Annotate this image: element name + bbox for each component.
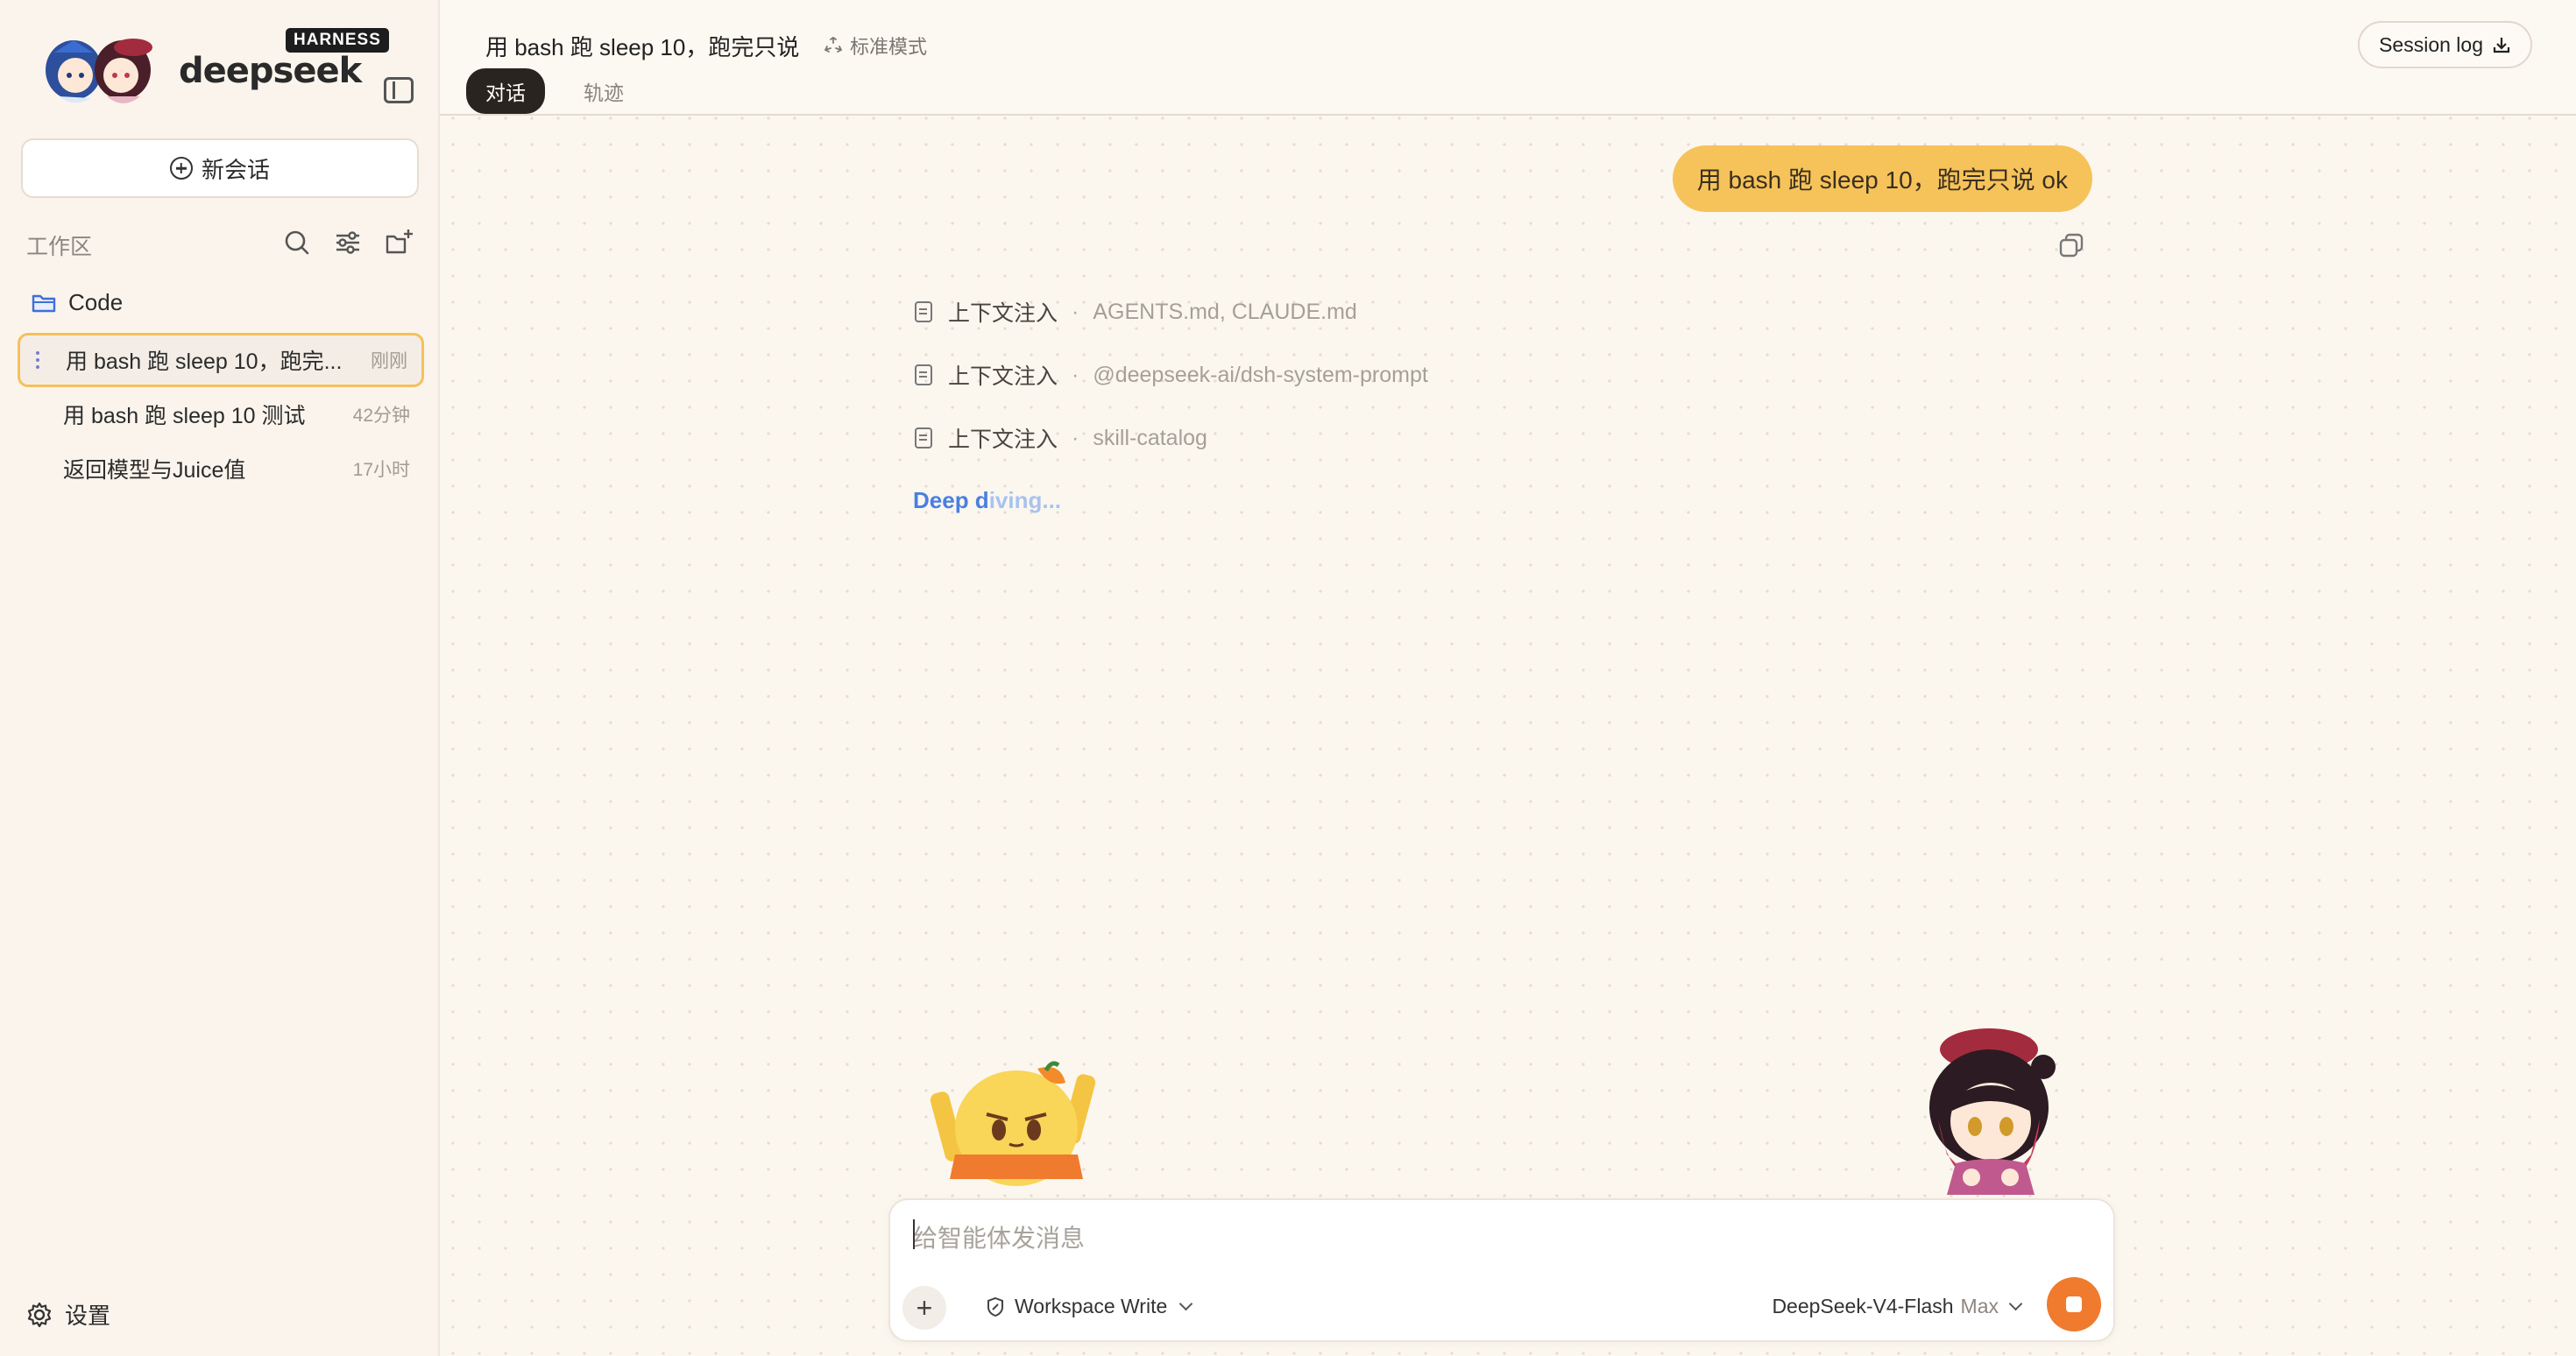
model-name: DeepSeek-V4-Flash: [1772, 1295, 1954, 1317]
context-label: 上下文注入: [948, 364, 1058, 389]
thinking-status-suffix: iving...: [988, 487, 1062, 513]
gear-icon: [27, 1302, 52, 1327]
brand-name: deepseek: [179, 51, 362, 91]
permission-selector[interactable]: Workspace Write: [985, 1295, 1193, 1318]
sidebar-collapse-icon[interactable]: [384, 77, 414, 103]
shield-pen-icon: [987, 1296, 1003, 1317]
tab-trajectory[interactable]: 轨迹: [564, 68, 643, 114]
harness-badge: HARNESS: [286, 28, 389, 53]
document-icon: [915, 301, 932, 322]
thinking-status: Deep diving...: [913, 487, 1061, 514]
search-icon[interactable]: [280, 226, 314, 259]
folder-code[interactable]: Code: [32, 289, 123, 316]
drag-handle-icon[interactable]: [36, 351, 41, 371]
stop-button[interactable]: [2047, 1277, 2101, 1331]
session-title: 用 bash 跑 sleep 10 测试: [63, 404, 306, 428]
user-message-text: 用 bash 跑 sleep 10，跑完只说 ok: [1696, 166, 2068, 194]
plus-circle-icon: [169, 157, 193, 180]
context-label: 上下文注入: [948, 427, 1058, 452]
girl-mascot-icon: [1929, 1028, 2056, 1195]
session-item-active[interactable]: 用 bash 跑 sleep 10，跑完... 刚刚: [18, 333, 424, 387]
session-item[interactable]: 用 bash 跑 sleep 10 测试 42分钟: [18, 387, 424, 441]
context-item[interactable]: 上下文注入 · @deepseek-ai/dsh-system-prompt: [915, 359, 1428, 391]
mode-selector[interactable]: 标准模式: [824, 32, 927, 60]
tab-conversation[interactable]: 对话: [466, 68, 545, 114]
folder-name: Code: [68, 289, 124, 315]
attach-button[interactable]: +: [902, 1286, 946, 1330]
permission-label: Workspace Write: [1015, 1295, 1168, 1317]
context-value: AGENTS.md, CLAUDE.md: [1093, 299, 1357, 324]
tab-bar: 对话 轨迹: [466, 68, 643, 114]
download-icon: [2493, 38, 2510, 53]
recycle-icon: [824, 36, 843, 53]
top-bar: 用 bash 跑 sleep 10，跑完只说 标准模式 对话 轨迹 Sessio…: [440, 0, 2576, 116]
new-chat-button[interactable]: 新会话: [21, 138, 419, 198]
document-icon: [915, 364, 932, 385]
user-message-bubble: 用 bash 跑 sleep 10，跑完只说 ok: [1672, 145, 2092, 212]
session-time: 17小时: [352, 460, 410, 480]
orange-mascot-icon: [930, 1061, 1096, 1186]
context-item[interactable]: 上下文注入 · AGENTS.md, CLAUDE.md: [915, 296, 1357, 328]
context-value: @deepseek-ai/dsh-system-prompt: [1093, 362, 1428, 387]
new-folder-icon[interactable]: [382, 226, 415, 259]
settings-label: 设置: [65, 1303, 111, 1329]
message-input[interactable]: 给智能体发消息: [913, 1219, 1085, 1254]
filter-icon[interactable]: [331, 226, 364, 259]
text-caret: [913, 1219, 915, 1249]
session-time: 刚刚: [371, 351, 407, 371]
session-time: 42分钟: [352, 406, 410, 426]
model-effort: Max: [1960, 1295, 1999, 1317]
session-log-button[interactable]: Session log: [2358, 21, 2532, 68]
workspace-header: 工作区: [26, 226, 419, 261]
separator-dot: ·: [1072, 362, 1079, 387]
session-log-label: Session log: [2379, 32, 2483, 56]
stop-icon: [2066, 1296, 2082, 1312]
message-composer: 给智能体发消息 + Workspace Write DeepSeek-V4-Fl…: [888, 1198, 2115, 1342]
session-title: 返回模型与Juice值: [63, 458, 246, 483]
settings-button[interactable]: 设置: [26, 1298, 110, 1331]
session-title: 用 bash 跑 sleep 10，跑完...: [66, 350, 343, 374]
mode-label: 标准模式: [850, 36, 928, 58]
workspace-label: 工作区: [26, 235, 93, 259]
main-panel: 用 bash 跑 sleep 10，跑完只说 标准模式 对话 轨迹 Sessio…: [440, 0, 2576, 1356]
mascot-avatars-logo: [46, 39, 152, 103]
thinking-status-prefix: Deep d: [913, 487, 989, 513]
chevron-down-icon: [2008, 1296, 2023, 1311]
separator-dot: ·: [1072, 425, 1079, 450]
model-selector[interactable]: DeepSeek-V4-Flash Max: [1772, 1295, 2023, 1318]
folder-icon: [32, 294, 56, 312]
sidebar: deepseek HARNESS 新会话 工作区 Code 用 bash 跑 s…: [0, 0, 440, 1356]
context-label: 上下文注入: [948, 301, 1058, 326]
context-value: skill-catalog: [1093, 425, 1207, 450]
context-item[interactable]: 上下文注入 · skill-catalog: [915, 422, 1207, 454]
separator-dot: ·: [1072, 299, 1079, 324]
new-chat-label: 新会话: [201, 156, 270, 183]
brand: deepseek HARNESS: [42, 28, 393, 112]
chevron-down-icon: [1178, 1296, 1193, 1311]
chat-title: 用 bash 跑 sleep 10，跑完只说: [485, 34, 800, 60]
session-item[interactable]: 返回模型与Juice值 17小时: [18, 441, 424, 496]
copy-icon[interactable]: [2057, 231, 2085, 259]
document-icon: [915, 427, 932, 448]
